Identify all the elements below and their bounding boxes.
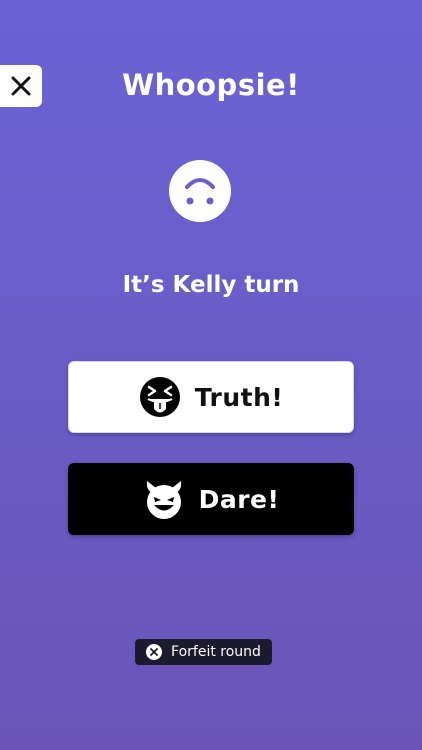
smiling-devil-face-icon [146,481,181,519]
x-circle-icon [146,644,163,660]
turn-text: It’s Kelly turn [122,272,300,298]
game-screen: Whoopsie! It’s Kelly turn Truth! Dare! F… [0,0,422,750]
truth-button[interactable]: Truth! [68,361,354,433]
dare-label: Dare! [198,484,280,514]
forfeit-round-button[interactable]: Forfeit round [135,639,272,665]
truth-label: Truth! [194,382,284,412]
forfeit-round-label: Forfeit round [171,644,261,660]
page-title: Whoopsie! [122,68,300,102]
upside-down-face-icon [169,160,231,222]
squinting-tongue-face-icon [139,377,180,417]
dare-button[interactable]: Dare! [68,463,354,535]
